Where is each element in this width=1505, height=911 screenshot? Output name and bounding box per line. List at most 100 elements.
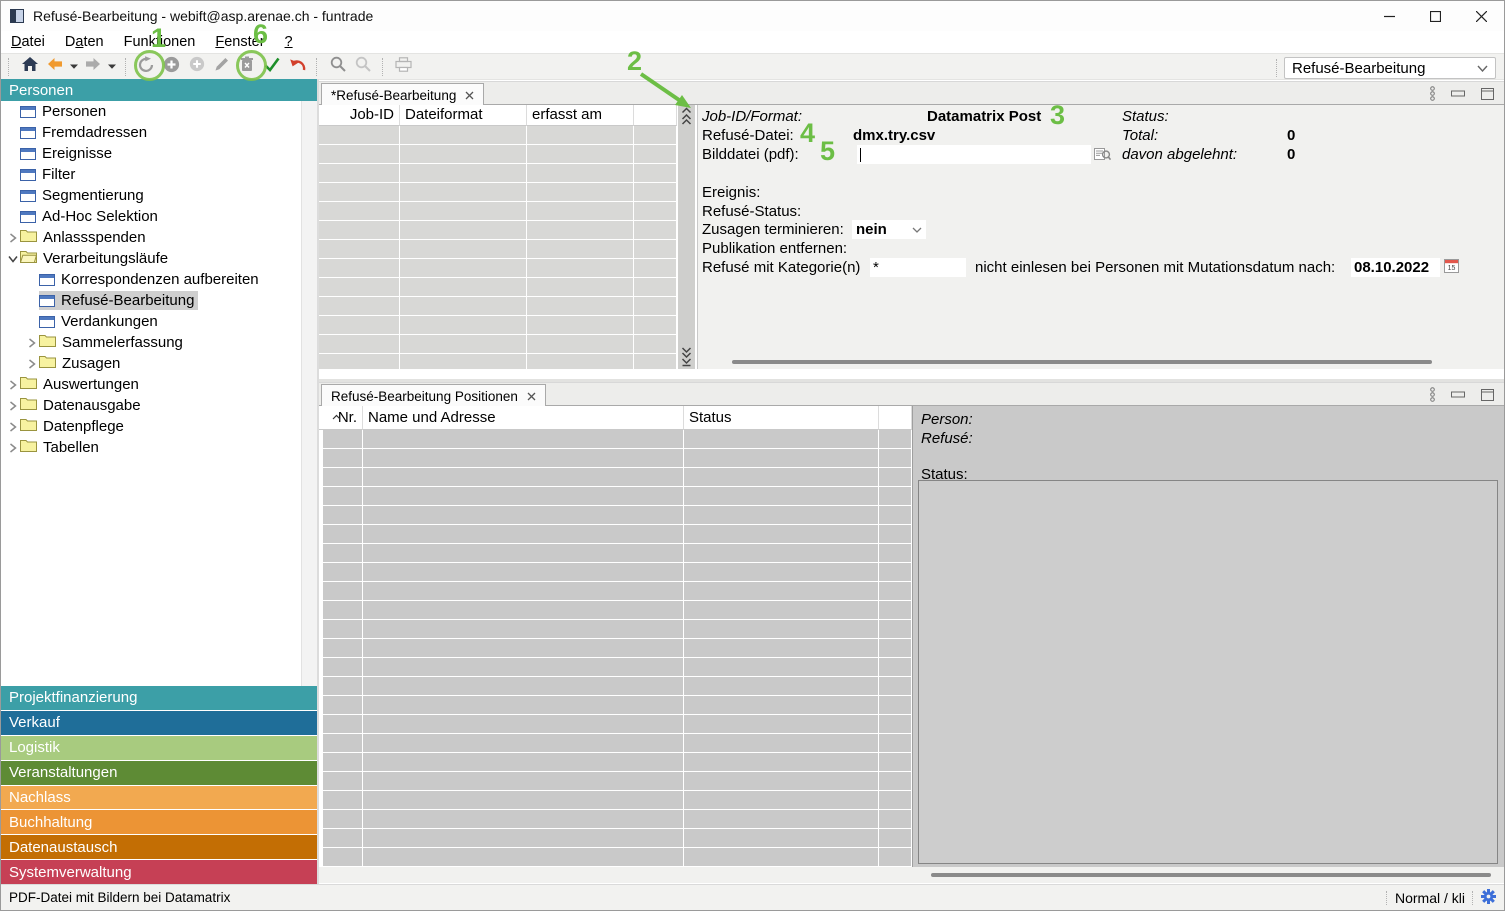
table-row[interactable] (319, 335, 677, 354)
toolbar-button-back[interactable] (42, 55, 67, 79)
section-veranstaltungen[interactable]: Veranstaltungen (1, 761, 317, 785)
table-row[interactable] (319, 506, 912, 525)
menu-item-datei[interactable]: Datei (1, 34, 55, 50)
table-row[interactable] (319, 316, 677, 335)
calendar-icon[interactable]: 15 (1444, 258, 1459, 277)
table-row[interactable] (319, 620, 912, 639)
caret-down-icon[interactable] (105, 55, 118, 79)
table-row[interactable] (319, 582, 912, 601)
scroll-page-down-icon[interactable] (681, 347, 692, 358)
panel-maximize-icon[interactable] (1481, 389, 1494, 401)
minimize-icon[interactable] (1366, 1, 1412, 31)
caret-down-icon[interactable] (67, 55, 80, 79)
sidebar-header-personen[interactable]: Personen (1, 79, 317, 101)
tree-item-personen[interactable]: Personen (1, 101, 301, 122)
panel-minimize-icon[interactable] (1451, 90, 1465, 97)
toolbar-button-undo[interactable] (284, 55, 309, 79)
column-header-name-und-adresse[interactable]: Name und Adresse (363, 406, 684, 430)
table-row[interactable] (319, 601, 912, 620)
table-row[interactable] (319, 734, 912, 753)
tree-item-ereignisse[interactable]: Ereignisse (1, 143, 301, 164)
table-row[interactable] (319, 164, 677, 183)
panel-minimize-icon[interactable] (1451, 391, 1465, 398)
table-row[interactable] (319, 449, 912, 468)
tree-item-korrespondenzen-aufbereiten[interactable]: Korrespondenzen aufbereiten (1, 269, 301, 290)
panel-dots-icon[interactable] (1430, 387, 1435, 402)
table-row[interactable] (319, 487, 912, 506)
menu-item-help[interactable]: ? (275, 34, 303, 50)
tree-item-zusagen[interactable]: Zusagen (1, 353, 301, 374)
table-row[interactable] (319, 240, 677, 259)
table-row[interactable] (319, 354, 677, 369)
table-row[interactable] (319, 525, 912, 544)
form-hscrollbar-thumb[interactable] (732, 360, 1432, 364)
panel-maximize-icon[interactable] (1481, 88, 1494, 100)
tree-item-verdankungen[interactable]: Verdankungen (1, 311, 301, 332)
table-row[interactable] (319, 753, 912, 772)
column-header-dateiformat[interactable]: Dateiformat (400, 105, 527, 126)
section-logistik[interactable]: Logistik (1, 736, 317, 760)
chevron-right-icon[interactable] (6, 380, 20, 390)
column-header-status[interactable]: Status (684, 406, 879, 430)
scroll-end-icon[interactable] (681, 358, 692, 367)
chevron-right-icon[interactable] (25, 359, 39, 369)
table-row[interactable] (319, 126, 677, 145)
context-dropdown[interactable]: Refusé-Bearbeitung (1284, 57, 1496, 79)
tab-close-icon[interactable] (465, 91, 474, 100)
table-row[interactable] (319, 563, 912, 582)
chevron-right-icon[interactable] (6, 443, 20, 453)
terminate-select[interactable]: nein (852, 220, 926, 239)
tab-close-icon[interactable] (527, 392, 536, 401)
category-input[interactable]: * (870, 258, 966, 277)
section-nachlass[interactable]: Nachlass (1, 786, 317, 810)
tree-item-verarbeitungsläufe[interactable]: Verarbeitungsläufe (1, 248, 301, 269)
section-projektfinanzierung[interactable]: Projektfinanzierung (1, 686, 317, 710)
table-row[interactable] (319, 544, 912, 563)
tree-item-filter[interactable]: Filter (1, 164, 301, 185)
table-row[interactable] (319, 848, 912, 867)
close-icon[interactable] (1458, 1, 1504, 31)
table-row[interactable] (319, 183, 677, 202)
file-browse-icon[interactable] (1094, 147, 1111, 165)
tree-item-ad-hoc-selektion[interactable]: Ad-Hoc Selektion (1, 206, 301, 227)
tab-positionen[interactable]: Refusé-Bearbeitung Positionen (321, 384, 546, 407)
tree-item-datenausgabe[interactable]: Datenausgabe (1, 395, 301, 416)
column-header-nr[interactable]: Nr. (323, 406, 363, 430)
table-row[interactable] (319, 221, 677, 240)
table-row[interactable] (319, 639, 912, 658)
image-file-input[interactable] (857, 145, 1091, 164)
section-buchhaltung[interactable]: Buchhaltung (1, 810, 317, 834)
section-systemverwaltung[interactable]: Systemverwaltung (1, 860, 317, 884)
status-textarea[interactable] (918, 480, 1498, 864)
table-row[interactable] (319, 696, 912, 715)
table-row[interactable] (319, 278, 677, 297)
table-row[interactable] (319, 468, 912, 487)
tree-scrollbar[interactable] (301, 101, 317, 686)
maximize-icon[interactable] (1412, 1, 1458, 31)
table-row[interactable] (319, 259, 677, 278)
table-row[interactable] (319, 715, 912, 734)
scroll-page-up-icon[interactable] (681, 114, 692, 125)
toolbar-button-edit[interactable] (209, 55, 234, 79)
table-row[interactable] (319, 829, 912, 848)
table-row[interactable] (319, 810, 912, 829)
section-verkauf[interactable]: Verkauf (1, 711, 317, 735)
settings-gear-icon[interactable] (1481, 889, 1496, 907)
tree-item-anlassspenden[interactable]: Anlassspenden (1, 227, 301, 248)
table-row[interactable] (319, 658, 912, 677)
toolbar-button-search[interactable] (325, 55, 350, 79)
tree-item-segmentierung[interactable]: Segmentierung (1, 185, 301, 206)
chevron-right-icon[interactable] (6, 401, 20, 411)
table-row[interactable] (319, 202, 677, 221)
table-row[interactable] (319, 791, 912, 810)
panel-dots-icon[interactable] (1430, 86, 1435, 101)
table-row[interactable] (319, 297, 677, 316)
chevron-right-icon[interactable] (6, 233, 20, 243)
table-row[interactable] (319, 430, 912, 449)
tab-refuse-bearbeitung[interactable]: *Refusé-Bearbeitung (321, 83, 484, 106)
toolbar-button-home[interactable] (17, 55, 42, 79)
chevron-down-icon[interactable] (6, 255, 20, 263)
chevron-right-icon[interactable] (6, 422, 20, 432)
chevron-right-icon[interactable] (25, 338, 39, 348)
table-row[interactable] (319, 772, 912, 791)
